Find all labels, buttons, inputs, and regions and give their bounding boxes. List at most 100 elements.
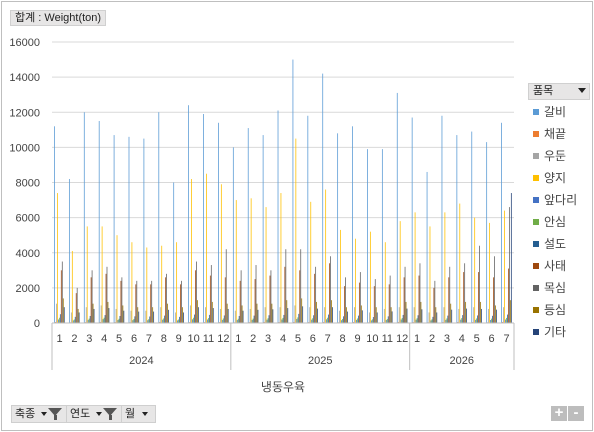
bar [205, 307, 206, 323]
x-tick-label: 3 [265, 333, 271, 345]
bar [90, 277, 92, 323]
year-filter-button[interactable]: 연도 [66, 405, 123, 423]
legend-label: 갈비 [544, 105, 567, 119]
bar [279, 307, 281, 323]
bar [152, 307, 154, 323]
legend-swatch [533, 307, 539, 313]
x-tick-label: 9 [176, 333, 182, 345]
bar [428, 312, 430, 323]
collapse-field-button[interactable]: - [568, 405, 584, 421]
legend-swatch [533, 175, 539, 181]
dropdown-arrow-icon [578, 88, 586, 93]
legend-label: 설도 [544, 237, 567, 251]
bar [196, 261, 197, 323]
value-field-button[interactable]: 합계 : Weight(ton) [10, 10, 107, 26]
bar [234, 310, 236, 323]
x-tick-label: 11 [203, 333, 214, 345]
bar [493, 277, 494, 323]
bar [448, 277, 450, 323]
bar [105, 273, 107, 323]
bar [115, 308, 117, 323]
bar [250, 198, 252, 323]
bar [181, 280, 182, 323]
bar [103, 317, 105, 323]
bar [314, 273, 316, 323]
bar [478, 272, 479, 323]
bar [473, 307, 475, 323]
bar [123, 310, 125, 323]
bar [488, 308, 490, 323]
dropdown-arrow-icon [142, 412, 148, 416]
x-tick-label: 6 [131, 333, 137, 345]
bar [386, 318, 388, 323]
bar [176, 242, 178, 323]
bar [257, 309, 259, 323]
bar [456, 135, 458, 323]
bar [282, 317, 284, 323]
bar [388, 284, 390, 323]
bar [91, 270, 93, 323]
bar [310, 201, 312, 323]
bar [390, 307, 392, 323]
month-filter-button[interactable]: 월 [121, 405, 156, 423]
bar [61, 261, 63, 323]
bar [162, 319, 164, 323]
bar [300, 249, 302, 323]
bar [262, 135, 264, 323]
bar [434, 280, 436, 323]
bar [239, 280, 241, 323]
bar [431, 319, 433, 323]
x-tick-label: 12 [217, 333, 229, 345]
bar [417, 315, 419, 323]
bar [357, 318, 358, 323]
expand-field-button[interactable]: + [551, 405, 567, 421]
bar [173, 182, 175, 323]
bar [322, 73, 324, 323]
bar [343, 316, 344, 323]
bar [507, 314, 508, 323]
bar [225, 249, 227, 323]
bar [150, 284, 152, 323]
bar [494, 256, 495, 323]
bar [441, 115, 443, 323]
bar [342, 318, 343, 323]
bar [119, 315, 121, 323]
bar [331, 300, 332, 323]
species-filter-button[interactable]: 축종 [11, 405, 68, 423]
bar [58, 317, 60, 323]
bar [247, 128, 249, 323]
legend-filter-button[interactable]: 품목 [528, 83, 590, 100]
bar [116, 235, 118, 323]
y-tick-label: 14000 [9, 72, 40, 84]
bar [421, 309, 423, 323]
bar [285, 249, 287, 323]
bar [253, 315, 255, 323]
x-tick-label: 1 [414, 333, 420, 345]
bar [60, 270, 62, 323]
bar [165, 277, 167, 323]
x-tick-label: 7 [503, 333, 509, 345]
bar [283, 314, 285, 323]
legend-label: 앞다리 [544, 193, 578, 207]
bar [340, 229, 341, 323]
bar [121, 277, 123, 323]
x-tick-label: 3 [86, 333, 92, 345]
bar [339, 310, 340, 323]
legend-title: 품목 [533, 85, 554, 97]
bar [474, 217, 476, 324]
bar [101, 226, 103, 323]
bar [77, 308, 79, 323]
bar [197, 307, 199, 323]
bar [491, 318, 492, 323]
legend-label: 사태 [544, 259, 567, 273]
bar [449, 266, 451, 323]
bar [416, 318, 418, 323]
bar [223, 315, 225, 323]
bar [315, 266, 317, 323]
bar [486, 142, 488, 323]
legend-label: 우둔 [544, 149, 567, 163]
bar [226, 303, 228, 323]
bar [458, 308, 460, 323]
bar [325, 189, 327, 323]
x-tick-label: 3 [444, 333, 450, 345]
